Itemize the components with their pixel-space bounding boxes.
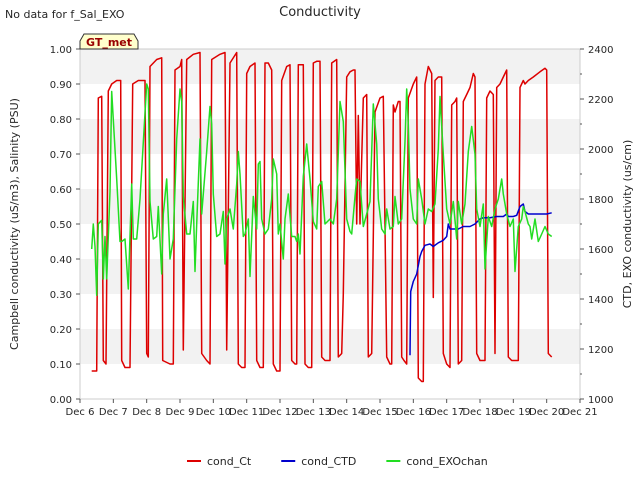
plot-band — [80, 119, 580, 154]
y2-axis-label: CTD, EXO conductivity (us/cm) — [621, 140, 634, 309]
plot-band — [80, 49, 580, 84]
legend-label: cond_EXOchan — [406, 455, 487, 468]
no-data-note: No data for f_Sal_EXO — [5, 8, 125, 21]
x-tick-label: Dec 8 — [132, 407, 161, 418]
x-tick-label: Dec 17 — [429, 407, 464, 418]
legend-label: cond_CTD — [301, 455, 356, 468]
gt-met-badge: GT_met — [79, 33, 139, 50]
y-tick-label: 0.70 — [50, 150, 72, 161]
x-tick-label: Dec 7 — [99, 407, 128, 418]
x-tick-label: Dec 10 — [196, 407, 231, 418]
y-tick-label: 0.30 — [50, 290, 72, 301]
x-tick-label: Dec 6 — [66, 407, 95, 418]
y-tick-label: 0.50 — [50, 220, 72, 231]
y-tick-label: 0.80 — [50, 115, 72, 126]
y-tick-label: 0.10 — [50, 360, 72, 371]
y-tick-label: 0.60 — [50, 185, 72, 196]
x-tick-label: Dec 18 — [462, 407, 497, 418]
x-tick-label: Dec 13 — [296, 407, 331, 418]
y2-tick-label: 1200 — [588, 345, 613, 356]
legend-label: cond_Ct — [207, 455, 252, 468]
y-tick-label: 0.20 — [50, 325, 72, 336]
chart-title: Conductivity — [279, 5, 361, 20]
badge-label: GT_met — [86, 36, 132, 49]
y-tick-label: 0.90 — [50, 80, 72, 91]
x-tick-label: Dec 11 — [229, 407, 264, 418]
y-tick-label: 0.40 — [50, 255, 72, 266]
y2-tick-label: 1600 — [588, 245, 613, 256]
x-tick-label: Dec 20 — [529, 407, 564, 418]
y-axis-label: Campbell conductivity (uS/m3), Salinity … — [8, 98, 21, 350]
y-tick-label: 0.00 — [50, 395, 72, 406]
chart-svg: Dec 6 Dec 7 Dec 8 Dec 9 Dec 10Dec 11Dec 12De… — [0, 0, 640, 480]
y2-tick-label: 1000 — [588, 395, 613, 406]
y2-tick-label: 1400 — [588, 295, 613, 306]
x-tick-label: Dec 9 — [166, 407, 195, 418]
y-tick-label: 1.00 — [50, 45, 72, 56]
x-tick-label: Dec 19 — [496, 407, 531, 418]
conductivity-chart: Dec 6 Dec 7 Dec 8 Dec 9 Dec 10 Dec 11 Dec 12 De… — [0, 0, 640, 480]
x-tick-label: Dec 16 — [396, 407, 431, 418]
legend: cond_Ct cond_CTD cond_EXOchan — [187, 455, 488, 468]
y2-tick-label: 2200 — [588, 95, 613, 106]
x-tick-label: Dec 12 — [262, 407, 297, 418]
y2-tick-label: 2000 — [588, 145, 613, 156]
x-tick-label: Dec 14 — [329, 407, 364, 418]
y2-tick-label: 1800 — [588, 195, 613, 206]
y2-tick-label: 2400 — [588, 45, 613, 56]
x-tick-label: Dec 15 — [362, 407, 397, 418]
x-tick-label: Dec 21 — [562, 407, 597, 418]
